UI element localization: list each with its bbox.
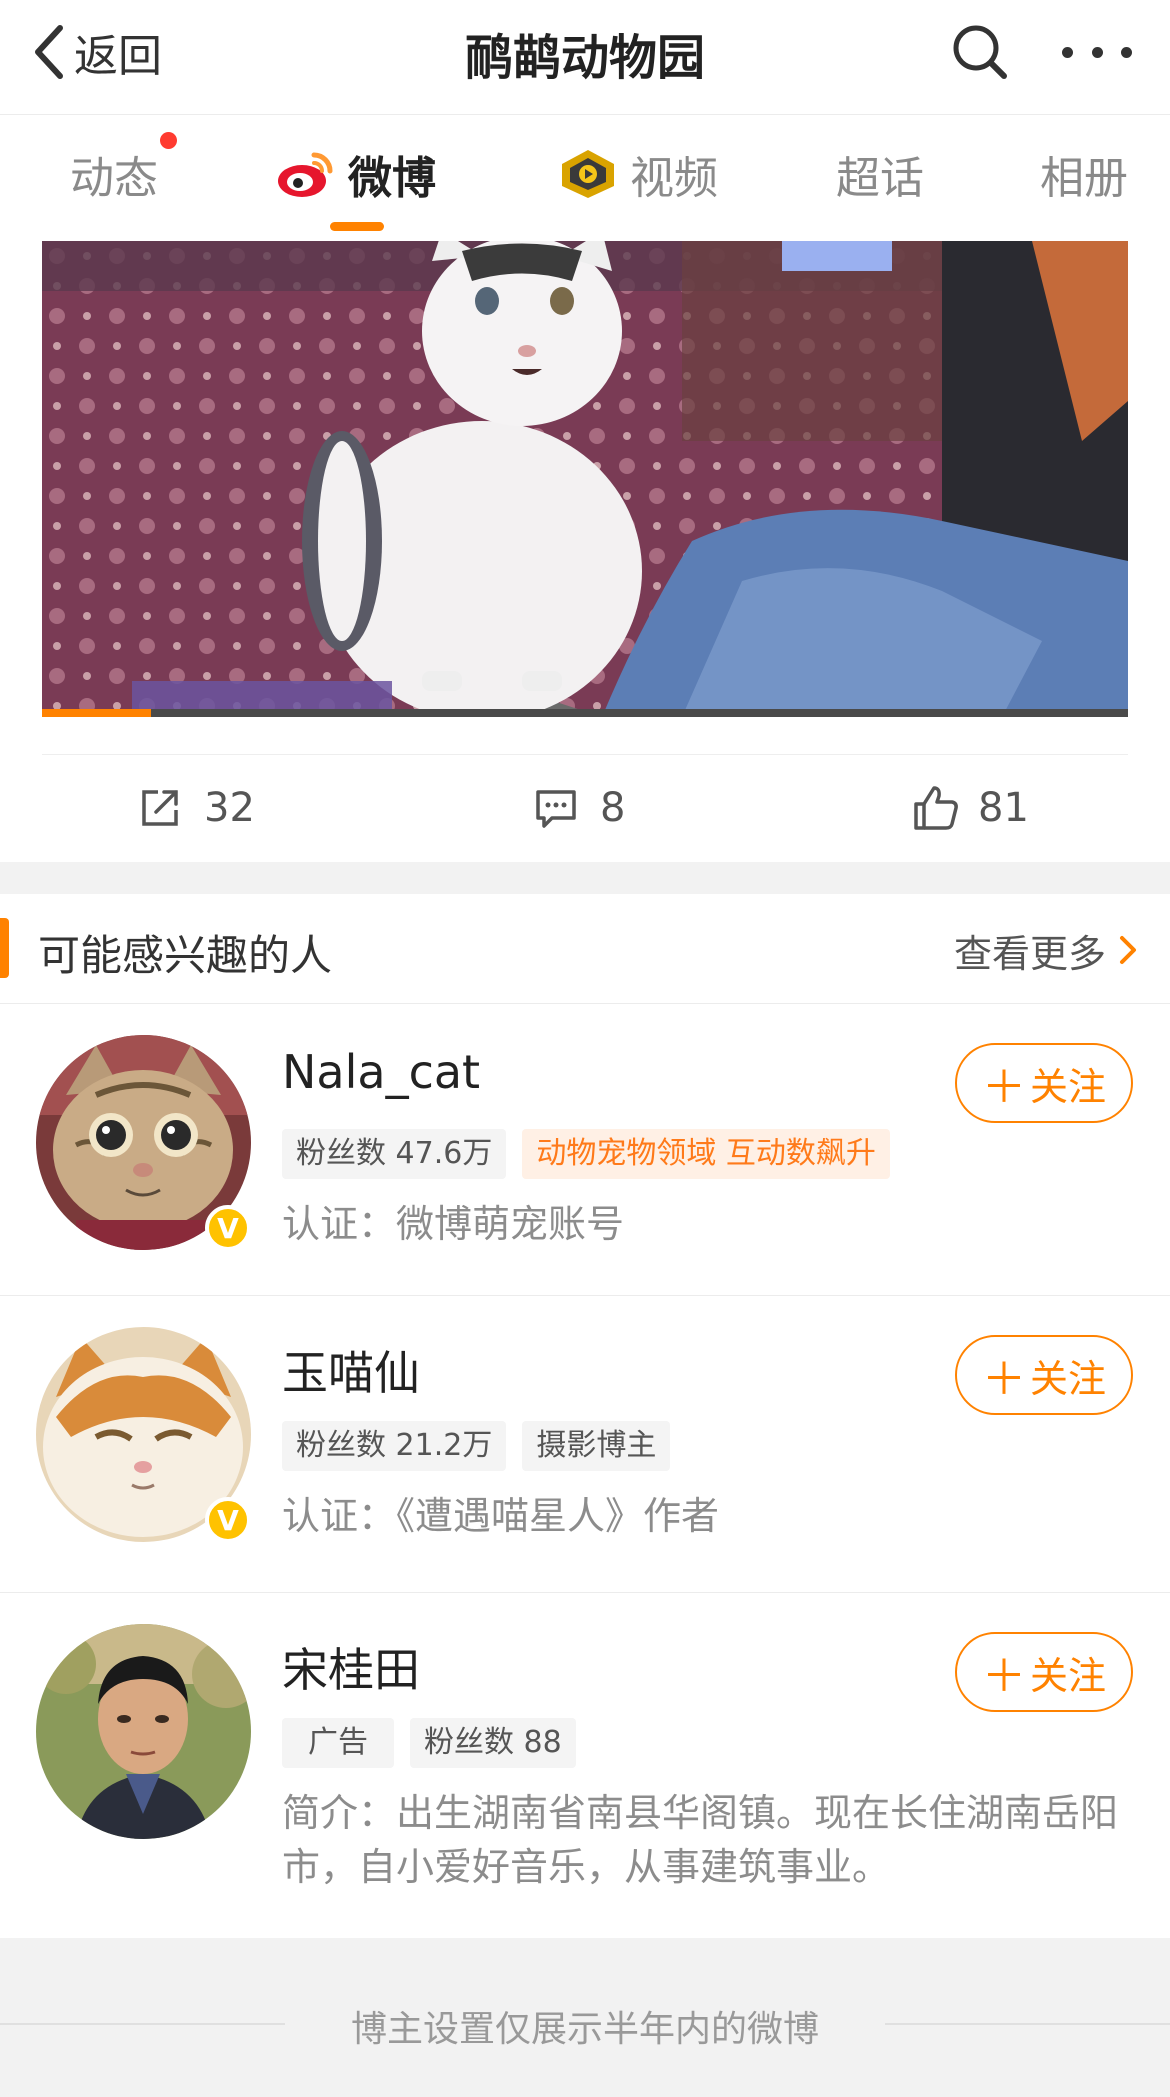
user-name: Nala_cat xyxy=(282,1045,481,1099)
tab-weibo[interactable]: 微博 xyxy=(276,144,436,204)
thumbs-up-icon xyxy=(912,784,960,832)
follow-button[interactable]: ＋ 关注 xyxy=(955,1335,1133,1415)
footer-notice: 博主设置仅展示半年内的微博 xyxy=(0,1938,1170,2097)
tab-video[interactable]: 视频 xyxy=(558,144,718,204)
comment-button[interactable]: 8 xyxy=(534,772,625,844)
video-progress-bar[interactable] xyxy=(42,709,1128,717)
more-dots-icon xyxy=(1062,46,1073,58)
top-bar: 返回 鸸鹋动物园 xyxy=(0,0,1170,115)
suggested-user-card[interactable]: V Nala_cat 粉丝数 47.6万 动物宠物领域 互动数飙升 认证：微博萌… xyxy=(0,1005,1170,1296)
follow-label: 关注 xyxy=(1029,1064,1106,1109)
chevron-left-icon xyxy=(32,22,66,82)
repost-button[interactable]: 32 xyxy=(138,772,255,844)
user-name: 玉喵仙 xyxy=(282,1346,420,1400)
tab-label: 动态 xyxy=(70,153,158,204)
follow-button[interactable]: ＋ 关注 xyxy=(955,1043,1133,1123)
see-more-link[interactable]: 查看更多 xyxy=(954,922,1142,978)
user-verification: 认证：《遭遇喵星人》作者 xyxy=(282,1494,720,1538)
fans-count-tag: 粉丝数 88 xyxy=(410,1718,576,1768)
chevron-right-icon xyxy=(1118,932,1142,968)
tab-super-topic[interactable]: 超话 xyxy=(836,144,924,204)
comment-icon xyxy=(534,784,582,832)
user-verification: 认证：微博萌宠账号 xyxy=(282,1202,625,1246)
suggested-user-card[interactable]: 宋桂田 广告 粉丝数 88 简介：出生湖南省南县华阁镇。现在长住湖南岳阳市，自小… xyxy=(0,1594,1170,1938)
verified-badge-icon: V xyxy=(205,1497,251,1543)
hot-field-tag: 动物宠物领域 互动数飙升 xyxy=(522,1129,890,1179)
video-progress-fill xyxy=(42,709,151,717)
section-accent-bar xyxy=(0,918,9,978)
category-tag: 摄影博主 xyxy=(522,1421,671,1471)
more-button[interactable] xyxy=(1062,22,1132,82)
plus-icon: ＋ xyxy=(981,1062,1026,1113)
section-gap xyxy=(0,862,1170,894)
comment-count: 8 xyxy=(600,785,626,831)
user-tags: 广告 粉丝数 88 xyxy=(282,1718,592,1768)
tab-album[interactable]: 相册 xyxy=(1040,144,1128,204)
suggested-user-card[interactable]: V 玉喵仙 粉丝数 21.2万 摄影博主 认证：《遭遇喵星人》作者 ＋ 关注 xyxy=(0,1297,1170,1593)
more-dot xyxy=(1091,46,1103,58)
search-button[interactable] xyxy=(950,22,1010,82)
fans-count-tag: 粉丝数 47.6万 xyxy=(282,1129,507,1179)
cat-video-frame xyxy=(42,241,1128,717)
ad-tag: 广告 xyxy=(282,1718,394,1768)
like-count: 81 xyxy=(978,785,1029,831)
user-name: 宋桂田 xyxy=(282,1643,420,1697)
plus-icon: ＋ xyxy=(981,1651,1026,1702)
tab-dynamic[interactable]: 动态 xyxy=(70,144,158,204)
follow-label: 关注 xyxy=(1029,1653,1106,1698)
plus-icon: ＋ xyxy=(981,1354,1026,1405)
tab-label: 相册 xyxy=(1040,153,1128,204)
see-more-label: 查看更多 xyxy=(953,931,1106,976)
user-tags: 粉丝数 47.6万 动物宠物领域 互动数飙升 xyxy=(282,1129,906,1179)
back-label: 返回 xyxy=(74,31,162,82)
follow-label: 关注 xyxy=(1029,1356,1106,1401)
more-dot xyxy=(1121,46,1132,58)
suggestions-title: 可能感兴趣的人 xyxy=(38,931,333,980)
search-icon xyxy=(950,25,1010,86)
person-avatar-image xyxy=(36,1624,251,1839)
suggestions-header: 可能感兴趣的人 查看更多 xyxy=(0,894,1170,1004)
repost-icon xyxy=(138,784,186,832)
profile-tabs: 动态 微博 视频 超话 相册 xyxy=(0,116,1170,240)
tab-label: 超话 xyxy=(836,153,924,204)
footer-text: 博主设置仅展示半年内的微博 xyxy=(350,2009,819,2050)
weibo-logo-icon xyxy=(276,146,336,202)
repost-count: 32 xyxy=(204,785,255,831)
like-button[interactable]: 81 xyxy=(912,772,1029,844)
tab-label: 微博 xyxy=(348,153,436,204)
user-tags: 粉丝数 21.2万 摄影博主 xyxy=(282,1421,686,1471)
user-intro: 简介：出生湖南省南县华阁镇。现在长住湖南岳阳市，自小爱好音乐，从事建筑事业。 xyxy=(282,1791,1119,1889)
verified-badge-icon: V xyxy=(205,1205,251,1251)
unread-dot xyxy=(160,132,177,149)
video-player[interactable] xyxy=(42,241,1128,717)
video-badge-icon xyxy=(558,146,618,202)
back-button[interactable]: 返回 xyxy=(32,22,162,82)
tab-label: 视频 xyxy=(630,153,718,204)
divider xyxy=(42,754,1128,755)
avatar[interactable] xyxy=(36,1624,251,1839)
active-tab-indicator xyxy=(330,222,384,231)
follow-button[interactable]: ＋ 关注 xyxy=(955,1632,1133,1712)
fans-count-tag: 粉丝数 21.2万 xyxy=(282,1421,507,1471)
